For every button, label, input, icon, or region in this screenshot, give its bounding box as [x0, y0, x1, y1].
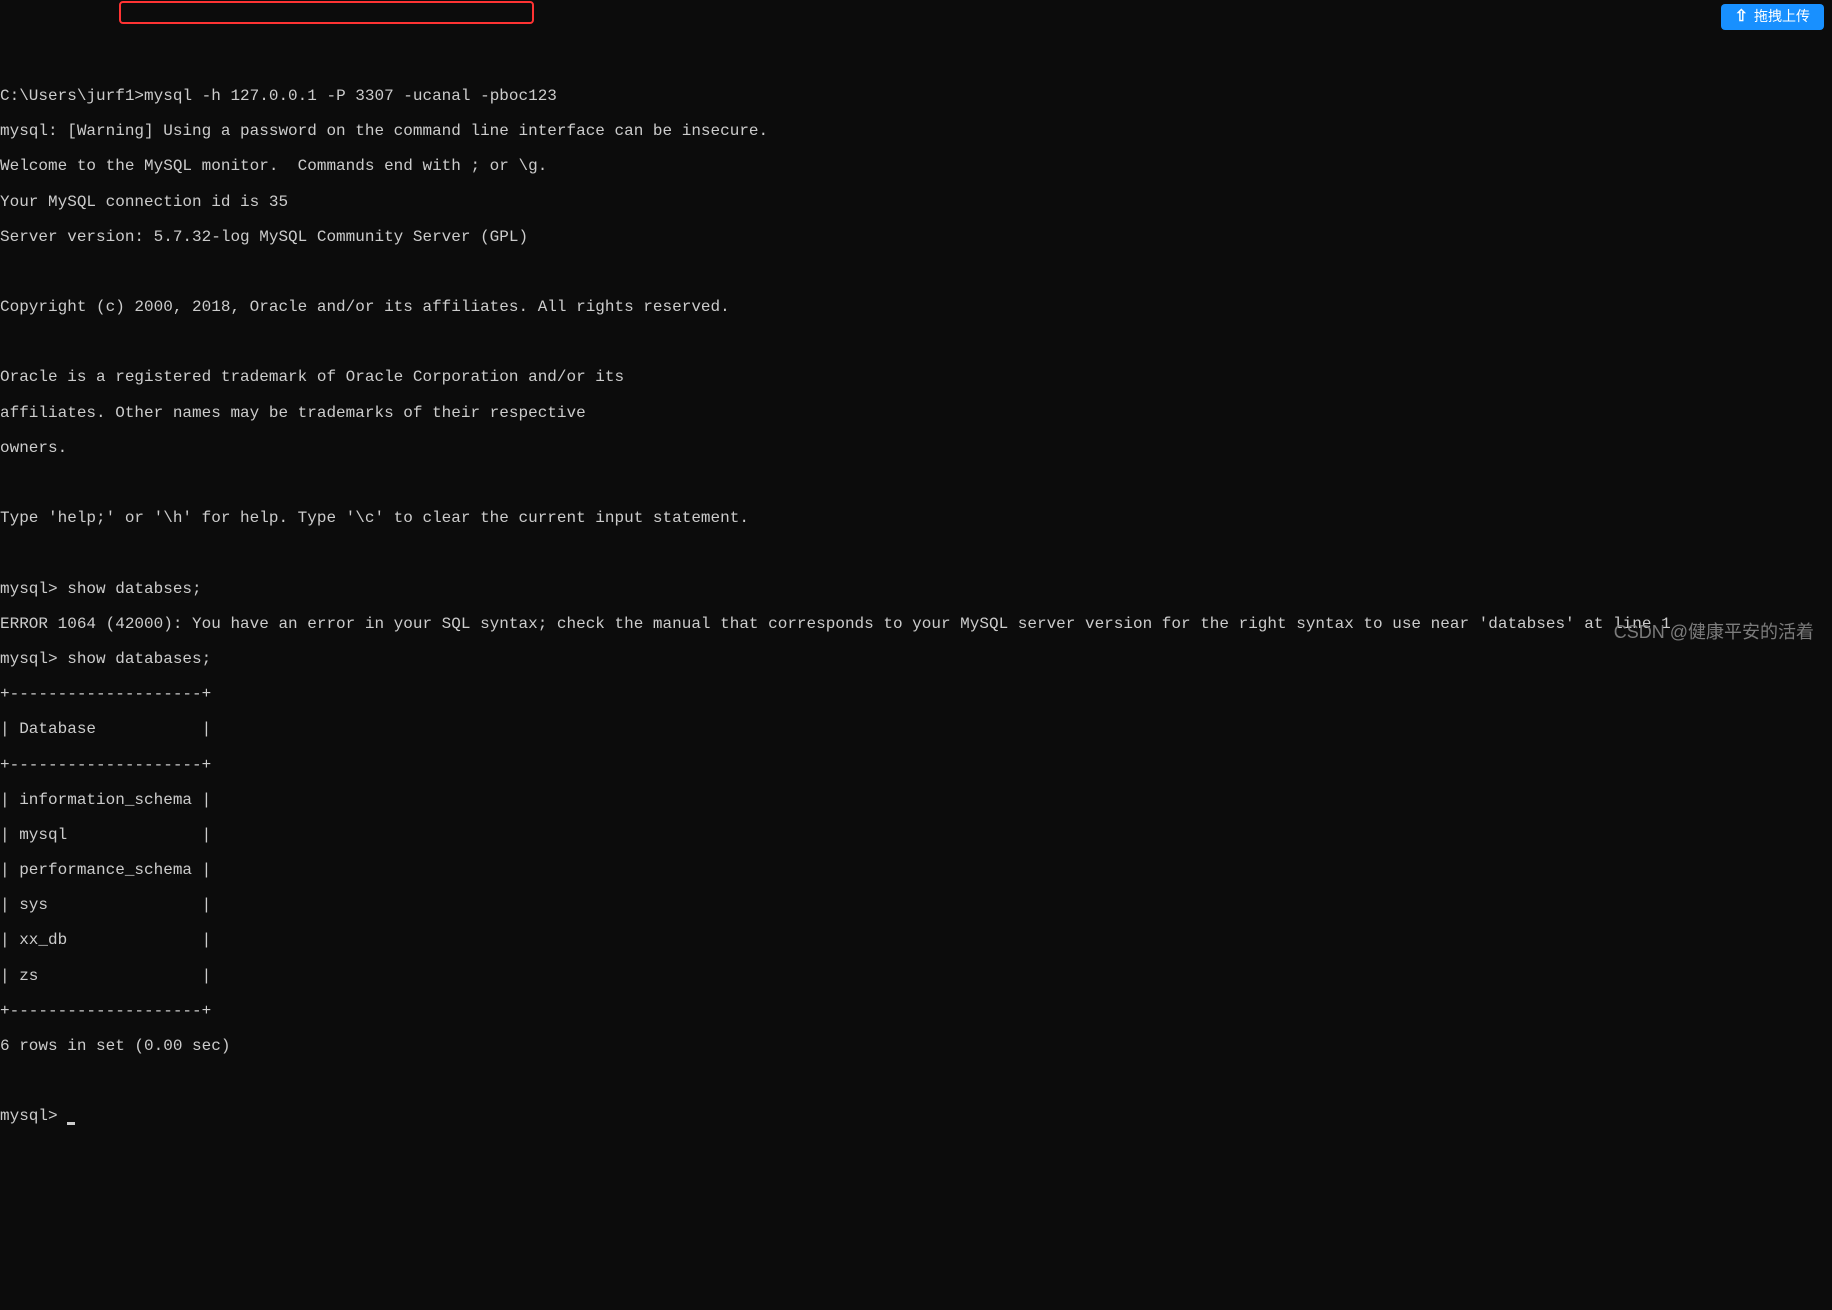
table-row: | mysql |	[0, 827, 1832, 845]
mysql-command: mysql -h 127.0.0.1 -P 3307 -ucanal -pboc…	[144, 87, 557, 105]
trademark-line-1: Oracle is a registered trademark of Orac…	[0, 369, 1832, 387]
blank-line	[0, 545, 1832, 563]
table-row: | xx_db |	[0, 932, 1832, 950]
upload-button-label: 拖拽上传	[1754, 9, 1810, 24]
table-separator: +--------------------+	[0, 686, 1832, 704]
watermark-text: CSDN @健康平安的活着	[1614, 623, 1814, 643]
summary-line: 6 rows in set (0.00 sec)	[0, 1038, 1832, 1056]
table-separator: +--------------------+	[0, 757, 1832, 775]
warning-line: mysql: [Warning] Using a password on the…	[0, 123, 1832, 141]
table-row: | information_schema |	[0, 792, 1832, 810]
copyright-line: Copyright (c) 2000, 2018, Oracle and/or …	[0, 299, 1832, 317]
upload-button[interactable]: ⇧ 拖拽上传	[1721, 4, 1824, 30]
blank-line	[0, 334, 1832, 352]
welcome-line: Welcome to the MySQL monitor. Commands e…	[0, 158, 1832, 176]
blank-line	[0, 475, 1832, 493]
blank-line	[0, 264, 1832, 282]
table-row: | sys |	[0, 897, 1832, 915]
prompt-line: C:\Users\jurf1>mysql -h 127.0.0.1 -P 330…	[0, 88, 1832, 106]
terminal-output[interactable]: C:\Users\jurf1>mysql -h 127.0.0.1 -P 330…	[0, 70, 1832, 1143]
blank-line	[0, 1073, 1832, 1091]
table-row: | performance_schema |	[0, 862, 1832, 880]
error-line: ERROR 1064 (42000): You have an error in…	[0, 616, 1832, 634]
help-line: Type 'help;' or '\h' for help. Type '\c'…	[0, 510, 1832, 528]
table-header: | Database |	[0, 721, 1832, 739]
table-row: | zs |	[0, 968, 1832, 986]
prompt-path: C:\Users\jurf1>	[0, 87, 144, 105]
upload-icon: ⇧	[1735, 8, 1748, 26]
version-line: Server version: 5.7.32-log MySQL Communi…	[0, 229, 1832, 247]
connection-id-line: Your MySQL connection id is 35	[0, 194, 1832, 212]
sql-command-1: mysql> show databses;	[0, 581, 1832, 599]
table-separator: +--------------------+	[0, 1003, 1832, 1021]
mysql-prompt-line: mysql>	[0, 1108, 1832, 1126]
trademark-line-3: owners.	[0, 440, 1832, 458]
cursor-icon	[67, 1122, 75, 1125]
sql-command-2: mysql> show databases;	[0, 651, 1832, 669]
trademark-line-2: affiliates. Other names may be trademark…	[0, 405, 1832, 423]
highlight-annotation	[119, 1, 534, 24]
mysql-prompt[interactable]: mysql>	[0, 1107, 67, 1125]
